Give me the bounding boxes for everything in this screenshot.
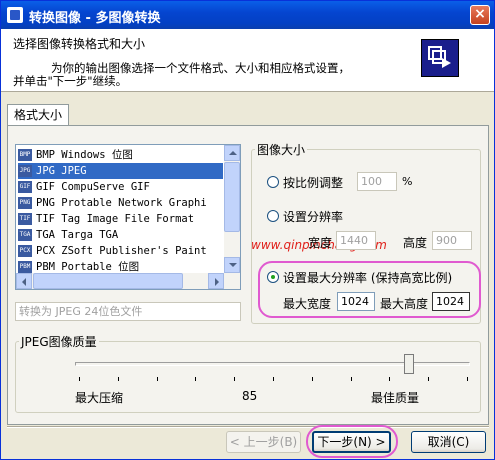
max-resolution-radio[interactable] [267, 271, 279, 283]
file-format-icon: GIF [18, 181, 32, 193]
bottom-separator [7, 426, 489, 428]
image-size-label: 图像大小 [255, 141, 308, 158]
window-title: 转换图像 - 多图像转换 [29, 11, 161, 26]
close-button[interactable]: × [470, 5, 490, 25]
scroll-thumb[interactable] [224, 162, 240, 232]
slider-tick [389, 377, 391, 381]
quality-slider-thumb[interactable] [403, 354, 414, 374]
wizard-header: 选择图像转换格式和大小 为你的输出图像选择一个文件格式、大小和相应格式设置， 并… [1, 29, 494, 92]
file-format-icon: PCX [18, 245, 32, 257]
app-icon [7, 7, 23, 23]
back-button[interactable]: < 上一步(B) [226, 431, 301, 453]
format-list-item-label: BMP Windows 位图 [36, 149, 133, 161]
slider-tick [195, 377, 197, 381]
percent-label: % [402, 175, 413, 188]
format-list-item[interactable]: PCX PCX ZSoft Publisher's Paint [18, 243, 223, 259]
jpeg-quality-label: JPEG图像质量 [19, 333, 99, 350]
width-input[interactable]: 1440 [336, 231, 376, 250]
height-label: 高度 [403, 236, 428, 250]
format-list-item-label: GIF CompuServe GIF [36, 181, 150, 193]
convert-images-icon [421, 39, 459, 77]
slider-tick [311, 377, 313, 381]
arrow-right-icon [442, 58, 451, 68]
ratio-input[interactable]: 100 [357, 172, 397, 191]
format-list-item-label: PNG Protable Network Graphi [36, 197, 207, 209]
scroll-up-button[interactable] [224, 145, 240, 161]
format-list-item[interactable]: BMP BMP Windows 位图 [18, 147, 223, 163]
slider-tick [156, 377, 158, 381]
slider-tick [234, 377, 236, 381]
min-quality-label: 最大压缩 [75, 391, 124, 405]
list-vertical-scrollbar[interactable] [224, 145, 240, 289]
slider-tick [273, 377, 274, 381]
by-ratio-label: 按比例调整 [283, 176, 344, 190]
slider-tick [79, 377, 80, 381]
header-title: 选择图像转换格式和大小 [13, 37, 146, 51]
format-list-item-label: PBM Portable 位图 [36, 261, 140, 273]
next-button[interactable]: 下一步(N) > [312, 431, 391, 453]
format-list-item-label: TGA Targa TGA [36, 229, 119, 241]
by-ratio-radio[interactable] [267, 176, 279, 188]
slider-tick [117, 377, 119, 381]
slider-tick [350, 377, 352, 381]
format-list-item[interactable]: JPG JPG JPEG [18, 163, 223, 179]
cancel-button[interactable]: 取消(C) [411, 431, 486, 453]
file-format-icon: TGA [18, 229, 32, 241]
title-bar[interactable]: 转换图像 - 多图像转换 × [1, 1, 494, 29]
height-input[interactable]: 900 [432, 231, 472, 250]
format-list-item[interactable]: TIF TIF Tag Image File Format [18, 211, 223, 227]
max-height-input[interactable]: 1024 [432, 292, 470, 311]
quality-value: 85 [242, 389, 258, 403]
hscroll-thumb[interactable] [33, 273, 183, 289]
file-format-icon: JPG [18, 165, 32, 177]
set-resolution-radio[interactable] [267, 210, 279, 222]
convert-to-field: 转换为 JPEG 24位色文件 [15, 302, 241, 321]
format-list-item-label: PCX ZSoft Publisher's Paint [36, 245, 207, 257]
slider-tick [467, 377, 468, 381]
format-list-item[interactable]: PNG PNG Protable Network Graphi [18, 195, 223, 211]
max-resolution-label: 设置最大分辨率 (保持高宽比例) [283, 271, 453, 285]
format-list-item-label: JPG JPEG [36, 165, 87, 177]
scroll-down-button[interactable] [224, 257, 240, 273]
slider-tick [428, 377, 430, 381]
max-quality-label: 最佳质量 [371, 391, 420, 405]
width-label: 宽度 [308, 236, 333, 250]
header-desc-line2: 并单击"下一步"继续。 [13, 74, 128, 88]
scroll-left-button[interactable] [16, 273, 32, 289]
file-format-icon: BMP [18, 149, 32, 161]
format-list-item[interactable]: TGA TGA Targa TGA [18, 227, 223, 243]
format-list[interactable]: BMP BMP Windows 位图 JPG JPG JPEG GIF GIF Compu… [15, 144, 241, 290]
convert-dialog: 转换图像 - 多图像转换 × 选择图像转换格式和大小 为你的输出图像选择一个文件… [0, 0, 495, 460]
max-height-label: 最大高度 [380, 297, 429, 311]
max-width-input[interactable]: 1024 [337, 292, 375, 311]
file-format-icon: PBM [18, 261, 32, 273]
tab-format-size[interactable]: 格式大小 [7, 104, 69, 126]
header-description: 为你的输出图像选择一个文件格式、大小和相应格式设置， 并单击"下一步"继续。 [13, 62, 413, 88]
list-horizontal-scrollbar[interactable] [16, 273, 224, 289]
set-resolution-label: 设置分辨率 [283, 210, 344, 224]
format-list-item[interactable]: GIF GIF CompuServe GIF [18, 179, 223, 195]
format-list-item-label: TIF Tag Image File Format [36, 213, 195, 225]
file-format-icon: TIF [18, 213, 32, 225]
max-width-label: 最大宽度 [283, 297, 332, 311]
file-format-icon: PNG [18, 197, 32, 209]
scroll-right-button[interactable] [208, 273, 224, 289]
